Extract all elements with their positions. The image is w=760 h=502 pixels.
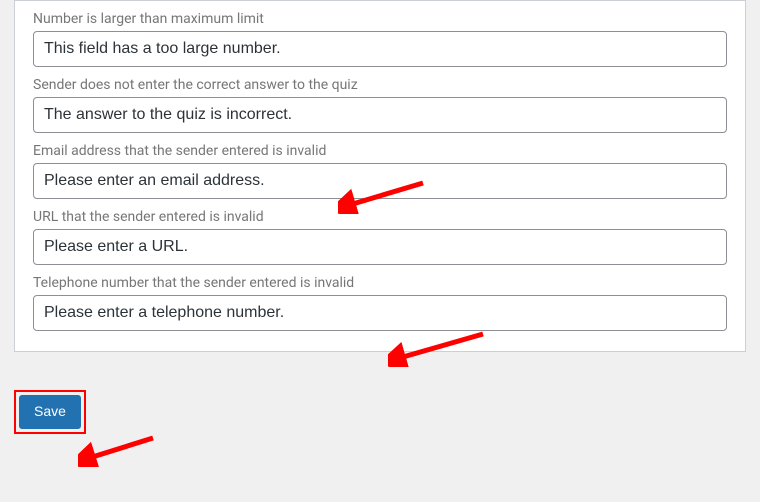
input-number-max[interactable] bbox=[33, 31, 727, 67]
save-highlight-box: Save bbox=[14, 390, 86, 434]
input-url[interactable] bbox=[33, 229, 727, 265]
input-email[interactable] bbox=[33, 163, 727, 199]
messages-panel: Number is larger than maximum limit Send… bbox=[14, 0, 746, 352]
save-button[interactable]: Save bbox=[19, 395, 81, 429]
label-url: URL that the sender entered is invalid bbox=[33, 209, 727, 225]
label-telephone: Telephone number that the sender entered… bbox=[33, 275, 727, 291]
field-group-telephone: Telephone number that the sender entered… bbox=[33, 275, 727, 331]
field-group-number-max: Number is larger than maximum limit bbox=[33, 11, 727, 67]
label-email: Email address that the sender entered is… bbox=[33, 143, 727, 159]
field-group-quiz: Sender does not enter the correct answer… bbox=[33, 77, 727, 133]
input-quiz[interactable] bbox=[33, 97, 727, 133]
label-quiz: Sender does not enter the correct answer… bbox=[33, 77, 727, 93]
arrow-annotation-icon bbox=[78, 433, 158, 467]
label-number-max: Number is larger than maximum limit bbox=[33, 11, 727, 27]
input-telephone[interactable] bbox=[33, 295, 727, 331]
field-group-url: URL that the sender entered is invalid bbox=[33, 209, 727, 265]
field-group-email: Email address that the sender entered is… bbox=[33, 143, 727, 199]
